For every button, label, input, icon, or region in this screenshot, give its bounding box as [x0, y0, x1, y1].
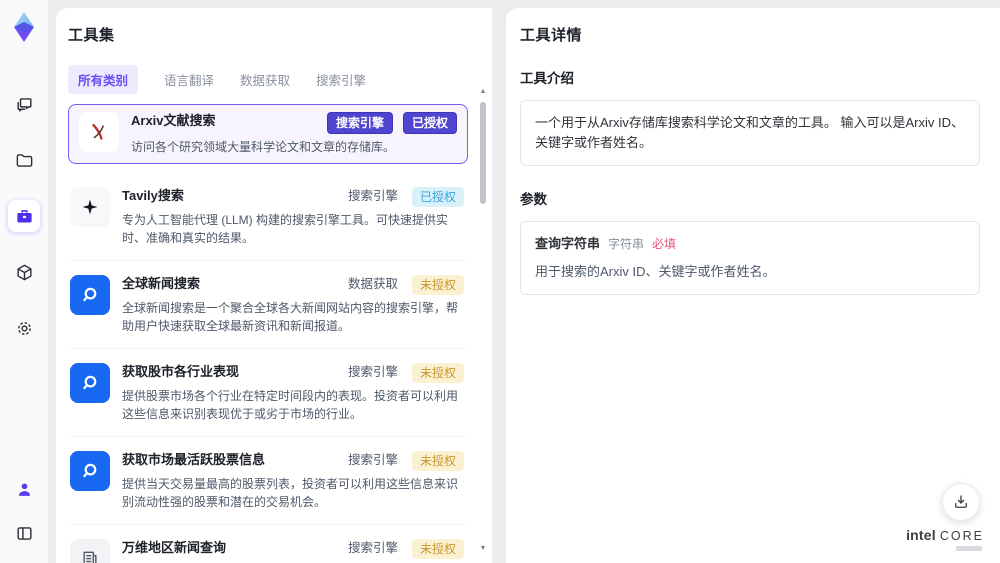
param-required-flag: 必填	[652, 237, 677, 251]
tool-row-sector-performance[interactable]: 获取股市各行业表现 搜索引擎 未授权 提供股票市场各个行业在特定时间段内的表现。…	[68, 349, 468, 437]
tool-row-active-stocks[interactable]: 获取市场最活跃股票信息 搜索引擎 未授权 提供当天交易量最高的股票列表，投资者可…	[68, 437, 468, 525]
four-point-star-icon	[70, 187, 110, 227]
intro-text-box: 一个用于从Arxiv存储库搜索科学论文和文章的工具。 输入可以是Arxiv ID…	[520, 100, 980, 166]
tab-search-engine[interactable]: 搜索引擎	[316, 65, 366, 94]
intel-brand-text: intel	[906, 527, 936, 543]
blue-search-icon	[70, 451, 110, 491]
tool-description: 全球新闻搜索是一个聚合全球各大新闻网站内容的搜索引擎，帮助用户快速获取全球最新资…	[122, 301, 459, 333]
newspaper-icon	[70, 539, 110, 563]
status-badge: 未授权	[411, 363, 464, 383]
category-tabs: 所有类别 语言翻译 数据获取 搜索引擎	[68, 65, 468, 94]
blue-search-icon	[70, 275, 110, 315]
tab-data-fetch[interactable]: 数据获取	[240, 65, 290, 94]
sidebar-item-files[interactable]	[8, 144, 40, 176]
core-brand-text: CORE	[939, 529, 984, 543]
status-badge: 已授权	[411, 187, 464, 207]
tools-panel-title: 工具集	[68, 27, 115, 44]
tool-details-panel: 工具详情 工具介绍 一个用于从Arxiv存储库搜索科学论文和文章的工具。 输入可…	[506, 8, 1000, 563]
category-label: 搜索引擎	[347, 365, 398, 379]
intro-text: 一个用于从Arxiv存储库搜索科学论文和文章的工具。 输入可以是Arxiv ID…	[535, 115, 965, 150]
param-type: 字符串	[608, 237, 645, 251]
params-heading: 参数	[520, 192, 547, 207]
sidebar-item-settings[interactable]	[8, 312, 40, 344]
gear-icon	[15, 319, 34, 338]
intel-core-logo: intel CORE	[906, 527, 984, 551]
category-badge[interactable]: 搜索引擎	[326, 112, 393, 134]
status-badge: 未授权	[411, 539, 464, 559]
param-card: 查询字符串 字符串 必填 用于搜索的Arxiv ID、关键字或作者姓名。	[520, 221, 980, 295]
scroll-down-icon[interactable]: ▼	[478, 545, 488, 553]
tab-language-translation[interactable]: 语言翻译	[164, 65, 214, 94]
category-label: 搜索引擎	[347, 541, 398, 555]
tool-title: 全球新闻搜索	[122, 276, 201, 291]
blue-search-icon	[70, 363, 110, 403]
list-scrollbar[interactable]: ▲ ▼	[478, 88, 488, 553]
tool-description: 访问各个研究领域大量科学论文和文章的存储库。	[131, 140, 396, 154]
arxiv-icon	[79, 112, 119, 152]
scrollbar-thumb[interactable]	[480, 102, 486, 204]
toolbox-icon	[15, 207, 34, 226]
tool-row-regional-news[interactable]: 万维地区新闻查询 搜索引擎 未授权 查询具体行政区划内的新闻，快速了解各地新闻动	[68, 525, 468, 563]
tools-list-panel: 工具集 所有类别 语言翻译 数据获取 搜索引擎 Arxiv文献搜索 搜索引擎 已…	[56, 8, 492, 563]
download-icon	[952, 493, 970, 511]
param-name: 查询字符串	[535, 236, 601, 251]
details-panel-title: 工具详情	[520, 27, 583, 44]
user-avatar[interactable]	[8, 473, 40, 505]
tool-row-tavily[interactable]: Tavily搜索 搜索引擎 已授权 专为人工智能代理 (LLM) 构建的搜索引擎…	[68, 173, 468, 261]
category-label: 数据获取	[347, 277, 398, 291]
tab-all-categories[interactable]: 所有类别	[68, 65, 139, 94]
tool-title: 万维地区新闻查询	[122, 540, 227, 555]
tool-title: Tavily搜索	[122, 188, 184, 203]
category-label: 搜索引擎	[347, 453, 398, 467]
category-label: 搜索引擎	[347, 189, 398, 203]
status-badge: 未授权	[411, 451, 464, 471]
tool-title: 获取股市各行业表现	[122, 364, 240, 379]
cube-icon	[15, 263, 34, 282]
sidebar-rail	[0, 0, 48, 563]
scroll-up-icon[interactable]: ▲	[478, 88, 488, 96]
panel-layout-icon	[15, 524, 34, 543]
tool-row-global-news[interactable]: 全球新闻搜索 数据获取 未授权 全球新闻搜索是一个聚合全球各大新闻网站内容的搜索…	[68, 261, 468, 349]
tool-row-arxiv[interactable]: Arxiv文献搜索 搜索引擎 已授权 访问各个研究领域大量科学论文和文章的存储库…	[68, 104, 468, 164]
intro-heading: 工具介绍	[520, 71, 574, 86]
tool-description: 专为人工智能代理 (LLM) 构建的搜索引擎工具。可快速提供实时、准确和真实的结…	[122, 213, 449, 245]
sidebar-item-packages[interactable]	[8, 256, 40, 288]
chat-icon	[15, 95, 34, 114]
tool-description: 提供当天交易量最高的股票列表，投资者可以利用这些信息来识别流动性强的股票和潜在的…	[122, 477, 459, 509]
user-icon	[15, 480, 34, 499]
tool-title: Arxiv文献搜索	[131, 113, 216, 128]
tool-description: 提供股票市场各个行业在特定时间段内的表现。投资者可以利用这些信息来识别表现优于或…	[122, 389, 459, 421]
app-logo	[7, 10, 41, 44]
tool-list: Arxiv文献搜索 搜索引擎 已授权 访问各个研究领域大量科学论文和文章的存储库…	[68, 104, 468, 563]
collapse-panel-button[interactable]	[8, 517, 40, 549]
status-badge[interactable]: 已授权	[402, 112, 457, 134]
sidebar-item-tools[interactable]	[8, 200, 40, 232]
download-button[interactable]	[942, 483, 980, 521]
intel-sub-badge	[956, 546, 982, 551]
status-badge: 未授权	[411, 275, 464, 295]
folder-icon	[15, 151, 34, 170]
param-description: 用于搜索的Arxiv ID、关键字或作者姓名。	[535, 264, 776, 279]
tool-title: 获取市场最活跃股票信息	[122, 452, 266, 467]
sidebar-item-chat[interactable]	[8, 88, 40, 120]
